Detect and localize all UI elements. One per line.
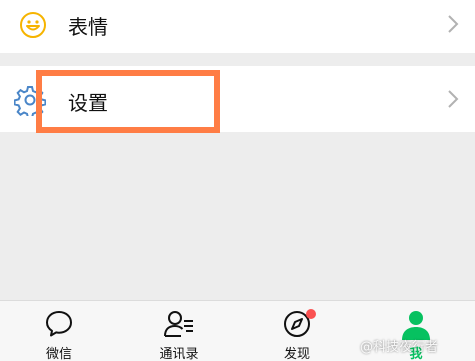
chevron-right-icon bbox=[448, 90, 459, 108]
emoji-icon bbox=[20, 12, 46, 38]
tab-discover[interactable]: 发现 bbox=[262, 301, 332, 361]
tab-discover-label: 发现 bbox=[283, 347, 310, 361]
watermark: @科技夜行者 bbox=[360, 340, 439, 355]
highlight-annotation-box bbox=[36, 70, 220, 133]
chevron-right-icon bbox=[448, 15, 459, 33]
contacts-icon bbox=[164, 311, 193, 337]
tab-wechat-label: 微信 bbox=[45, 347, 72, 361]
tab-contacts-label: 通讯录 bbox=[159, 347, 199, 361]
menu-item-emoji[interactable]: 表情 bbox=[0, 0, 475, 53]
menu-item-emoji-label: 表情 bbox=[68, 15, 108, 39]
tab-wechat[interactable]: 微信 bbox=[24, 301, 94, 361]
tab-contacts[interactable]: 通讯录 bbox=[144, 301, 214, 361]
chat-bubble-icon bbox=[46, 311, 72, 337]
notification-dot bbox=[306, 309, 316, 319]
